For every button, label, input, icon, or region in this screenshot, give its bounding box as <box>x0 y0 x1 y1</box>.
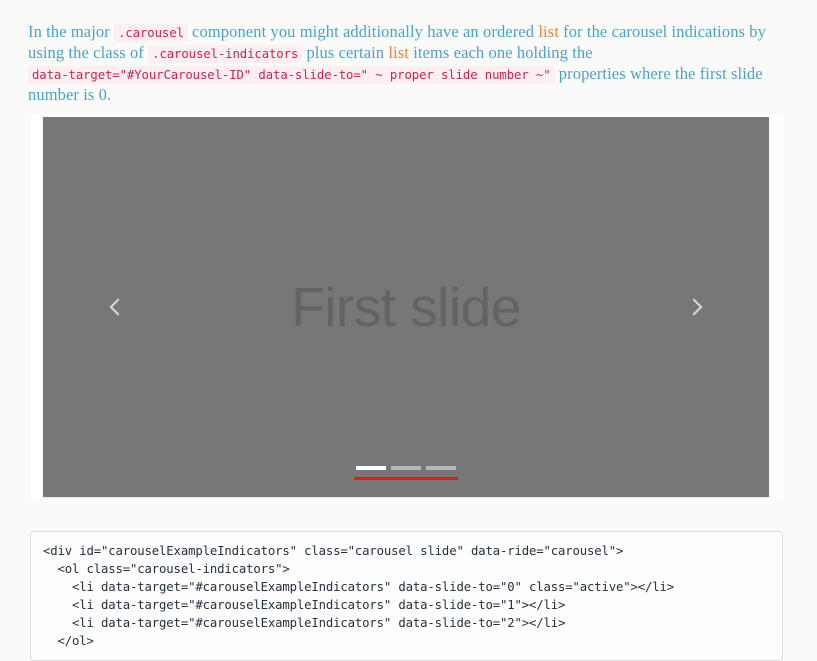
inline-code-carousel-class: .carousel <box>114 23 188 42</box>
indicator-highlight-underline <box>354 477 458 480</box>
intro-text-segment-4: plus certain <box>302 42 389 62</box>
intro-text-segment-1: In the major <box>28 21 115 41</box>
inline-code-data-target-attributes: data-target="#YourCarousel-ID" data-slid… <box>28 65 555 84</box>
carousel-indicator-2[interactable] <box>426 466 456 470</box>
intro-paragraph: In the major .carousel component you mig… <box>28 22 773 105</box>
intro-text-segment-5: items each one holding the <box>408 42 593 62</box>
carousel-indicator-1[interactable] <box>391 466 421 470</box>
carousel-prev-control[interactable] <box>81 117 151 497</box>
list-link-1[interactable]: list <box>538 22 559 41</box>
intro-text-segment-2: component you might additionally have an… <box>187 21 539 41</box>
list-link-2[interactable]: list <box>388 43 409 62</box>
carousel-next-control[interactable] <box>661 117 731 497</box>
chevron-right-icon <box>692 298 703 316</box>
code-sample-text: <div id="carouselExampleIndicators" clas… <box>43 544 675 648</box>
carousel-demo-card: First slide <box>30 115 783 500</box>
code-sample-block: <div id="carouselExampleIndicators" clas… <box>30 531 783 661</box>
carousel-indicators[interactable] <box>356 466 456 470</box>
carousel-slide-area[interactable]: First slide <box>43 117 769 497</box>
chevron-left-icon <box>109 298 120 316</box>
carousel-indicator-0[interactable] <box>356 466 386 470</box>
inline-code-carousel-indicators-class: .carousel-indicators <box>148 44 303 63</box>
